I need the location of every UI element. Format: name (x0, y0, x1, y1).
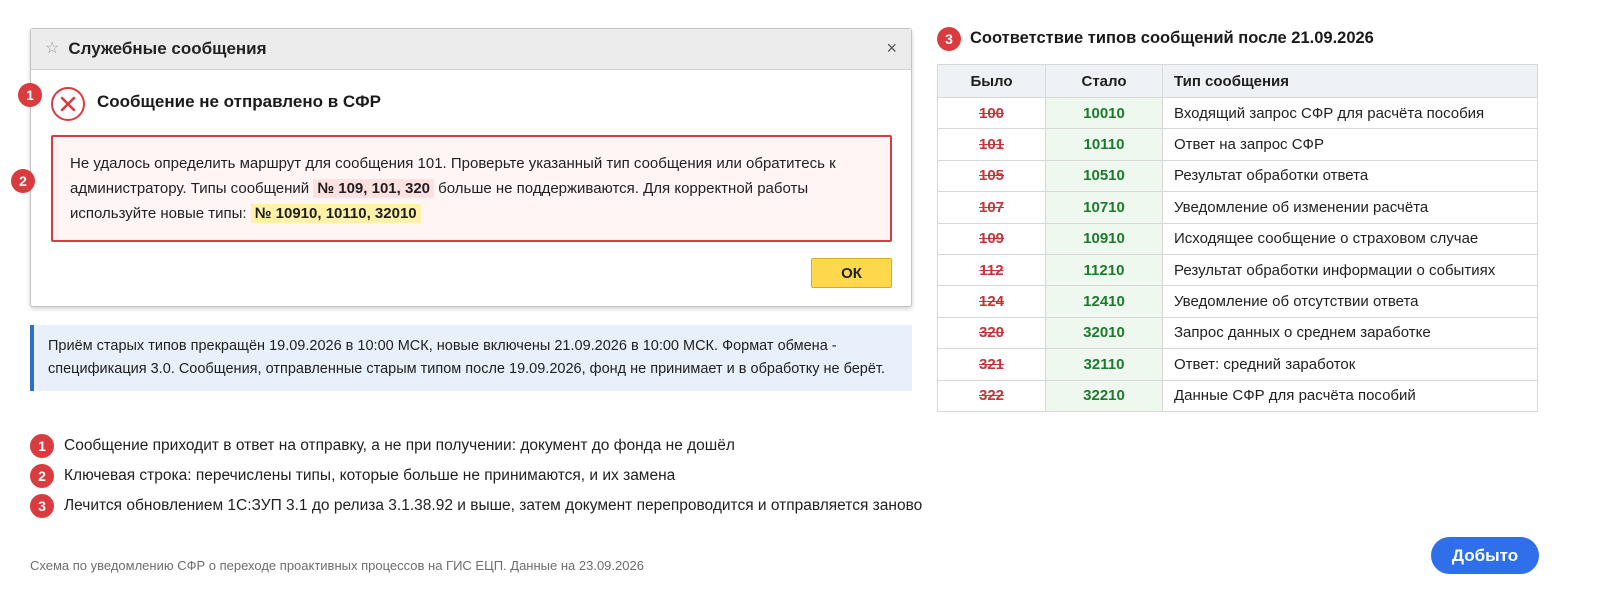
new-types-highlight: № 10910, 10110, 32010 (250, 204, 421, 223)
type-desc-cell: Уведомление об изменении расчёта (1162, 191, 1538, 224)
dialog-title: Служебные сообщения (68, 39, 267, 58)
legend-badge: 3 (30, 494, 54, 518)
type-desc-cell: Исходящее сообщение о страховом случае (1162, 222, 1538, 255)
error-message-box: Не удалось определить маршрут для сообще… (51, 135, 892, 242)
old-types-highlight: № 109, 101, 320 (313, 179, 434, 198)
legend-item: 3 Лечится обновлением 1С:ЗУП 3.1 до рели… (30, 494, 922, 518)
legend-text: Ключевая строка: перечислены типы, котор… (64, 467, 676, 484)
new-type-cell: 32210 (1045, 379, 1163, 412)
error-heading: Сообщение не отправлено в СФР (97, 92, 382, 111)
table-row: 124 12410 Уведомление об отсутствии отве… (937, 285, 1538, 318)
legend-badge: 2 (30, 464, 54, 488)
legend-item: 1 Сообщение приходит в ответ на отправку… (30, 434, 735, 458)
type-desc-cell: Данные СФР для расчёта пособий (1162, 379, 1538, 412)
old-type-cell: 321 (937, 348, 1046, 381)
legend-text: Лечится обновлением 1С:ЗУП 3.1 до релиза… (64, 497, 923, 514)
type-desc-cell: Запрос данных о среднем заработке (1162, 316, 1538, 350)
type-desc-cell: Результат обработки ответа (1162, 159, 1538, 193)
old-type-cell: 124 (937, 285, 1046, 318)
new-type-cell: 32110 (1045, 348, 1163, 381)
table-title: Соответствие типов сообщений после 21.09… (970, 29, 1374, 47)
table-row: 320 32010 Запрос данных о среднем зарабо… (937, 316, 1538, 350)
legend-text: Сообщение приходит в ответ на отправку, … (64, 437, 735, 454)
callout-badge-2: 2 (11, 169, 35, 193)
header-type: Тип сообщения (1162, 64, 1538, 98)
new-type-cell: 10110 (1045, 128, 1163, 161)
old-type-cell: 109 (937, 222, 1046, 255)
old-type-cell: 320 (937, 316, 1046, 350)
callout-badge-3: 3 (937, 27, 961, 51)
old-type-cell: 112 (937, 253, 1046, 287)
type-mapping-table: Было Стало Тип сообщения 100 10010 Входя… (937, 64, 1538, 412)
old-type-cell: 107 (937, 191, 1046, 224)
info-note: Приём старых типов прекращён 19.09.2026 … (30, 325, 912, 391)
new-type-cell: 10010 (1045, 96, 1163, 130)
table-row: 112 11210 Результат обработки информации… (937, 253, 1538, 287)
type-desc-cell: Входящий запрос СФР для расчёта пособия (1162, 96, 1538, 130)
old-type-cell: 105 (937, 159, 1046, 193)
table-row: 321 32110 Ответ: средний заработок (937, 348, 1538, 381)
old-type-cell: 322 (937, 379, 1046, 412)
header-old: Было (937, 64, 1046, 98)
new-type-cell: 10510 (1045, 159, 1163, 193)
dialog-header: ☆ Служебные сообщения × (31, 29, 911, 70)
legend-badge: 1 (30, 434, 54, 458)
new-type-cell: 32010 (1045, 316, 1163, 350)
legend-item: 2 Ключевая строка: перечислены типы, кот… (30, 464, 675, 488)
type-desc-cell: Уведомление об отсутствии ответа (1162, 285, 1538, 318)
table-row: 101 10110 Ответ на запрос СФР (937, 128, 1538, 161)
new-type-cell: 11210 (1045, 253, 1163, 287)
table-row: 109 10910 Исходящее сообщение о страхово… (937, 222, 1538, 255)
ok-button[interactable]: ОК (811, 258, 892, 288)
table-header-row: Было Стало Тип сообщения (937, 64, 1538, 98)
service-messages-dialog: ☆ Служебные сообщения × Сообщение не отп… (30, 28, 912, 307)
old-type-cell: 101 (937, 128, 1046, 161)
new-type-cell: 10910 (1045, 222, 1163, 255)
table-row: 105 10510 Результат обработки ответа (937, 159, 1538, 193)
done-button[interactable]: Добыто (1431, 537, 1539, 574)
type-desc-cell: Ответ: средний заработок (1162, 348, 1538, 381)
old-type-cell: 100 (937, 96, 1046, 130)
star-icon[interactable]: ☆ (45, 41, 59, 57)
type-desc-cell: Результат обработки информации о события… (1162, 253, 1538, 287)
new-type-cell: 12410 (1045, 285, 1163, 318)
table-row: 322 32210 Данные СФР для расчёта пособий (937, 379, 1538, 412)
table-row: 100 10010 Входящий запрос СФР для расчёт… (937, 96, 1538, 130)
close-icon[interactable]: × (886, 39, 897, 57)
callout-badge-1: 1 (18, 83, 42, 107)
new-type-cell: 10710 (1045, 191, 1163, 224)
footnote: Схема по уведомлению СФР о переходе проа… (30, 558, 644, 573)
table-row: 107 10710 Уведомление об изменении расчё… (937, 191, 1538, 224)
header-new: Стало (1045, 64, 1163, 98)
error-icon (51, 87, 85, 121)
type-desc-cell: Ответ на запрос СФР (1162, 128, 1538, 161)
